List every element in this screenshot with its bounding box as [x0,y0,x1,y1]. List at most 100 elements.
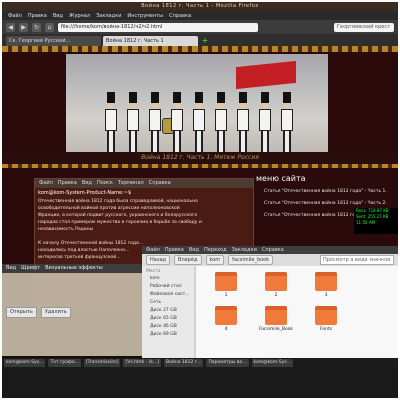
tab-war-1812[interactable]: Война 1812 г. Часть 1 [103,36,198,46]
settings-menu-font[interactable]: Шрифт [21,264,40,273]
fm-place-item[interactable]: Диск 65 GB [142,315,194,323]
taskbar-button[interactable]: Тот графа... [48,359,81,367]
term-menu-search[interactable]: Поиск [97,179,113,188]
ornament-band-top [2,46,398,52]
folder-icon [265,306,287,325]
forward-arrow-icon[interactable]: ▶ [19,22,28,32]
fm-forward-button[interactable]: Вперёд [174,255,202,265]
fm-sidebar: Места kom Рабочий стол Файловая сист... … [142,266,194,358]
fm-menu-go[interactable]: Переход [204,246,227,254]
browser-menubar: Файл Правка Вид Журнал Закладки Инструме… [2,11,398,20]
term-menu-terminal[interactable]: Терминал [118,179,144,188]
taskbar-button[interactable]: Параметры во... [206,359,249,367]
fm-back-button[interactable]: Назад [146,255,171,265]
taskbar: kom@kom-Sys... Тот графа... [Transmissio… [2,358,398,368]
fm-menu-file[interactable]: Файл [146,246,160,254]
taskbar-button[interactable]: kom@kom-Sys... [4,359,46,367]
article-line: Отечественная война 1812 года была справ… [38,199,198,204]
folder-label: 2 [274,293,278,298]
soldier-figure [280,92,294,154]
browser-navbar: ◀ ▶ ↻ ⌂ file:///home/kom/война-1812/ч2/ч… [2,20,398,34]
fm-menu-bookmarks[interactable]: Закладки [232,246,257,254]
fm-location-button[interactable]: facsimile_book [228,255,274,265]
fm-place-item[interactable]: Рабочий стол [142,283,194,291]
taskbar-button[interactable]: kom@kom-Sys... [251,359,293,367]
fm-view-mode[interactable]: Просмотр а виде значков [320,255,394,265]
folder-item[interactable]: Facsimile_Book [256,306,296,332]
menu-view[interactable]: Вид [53,13,63,19]
new-tab-plus-icon[interactable]: + [200,36,210,46]
settings-menu-view[interactable]: Вид [6,264,16,273]
settings-panel: Вид Шрифт Визуальные эффекты Открыть Уда… [2,264,148,356]
terminal-menubar: Файл Правка Вид Поиск Терминал Справка [35,179,253,188]
folder-item[interactable]: 1 [206,272,246,298]
fm-menu-help[interactable]: Справка [262,246,284,254]
search-input[interactable]: Георгиевский крест [334,22,394,32]
fm-place-item[interactable]: Файловая сист... [142,291,194,299]
bottom-panel [2,368,398,398]
term-menu-help[interactable]: Справка [149,179,171,188]
folder-icon [265,272,287,291]
delete-button[interactable]: Удалить [40,307,71,318]
folder-item[interactable]: 4 [206,306,246,332]
term-menu-view[interactable]: Вид [82,179,92,188]
fm-place-item[interactable]: Сеть [142,299,194,307]
folder-label: 4 [224,327,228,332]
taskbar-button[interactable]: [Transmission] [83,359,121,367]
folder-label: 3 [324,293,328,298]
soldier-figure [104,92,118,154]
folder-label: Facsimile_Book [258,327,294,332]
folder-icon [215,306,237,325]
menu-bookmarks[interactable]: Закладки [96,13,121,19]
settings-menu-effects[interactable]: Визуальные эффекты [45,264,103,273]
menu-history[interactable]: Журнал [69,13,90,19]
settings-menubar: Вид Шрифт Визуальные эффекты [2,264,148,273]
soldier-figure [214,92,228,154]
folder-label: 1 [224,293,228,298]
site-menu-title: меню сайта [256,174,306,183]
desktop-frame: Война 1812 г. Часть 1 - Mozilla Firefox … [2,2,398,398]
term-menu-edit[interactable]: Правка [58,179,77,188]
menu-tools[interactable]: Инструменты [127,13,163,19]
tab-george[interactable]: Ск. Георгиев Русский... [6,36,101,46]
soldier-figure [148,92,162,154]
open-button[interactable]: Открыть [6,307,37,318]
folder-icon [315,306,337,325]
back-arrow-icon[interactable]: ◀ [6,22,15,32]
menu-file[interactable]: Файл [8,13,22,19]
fm-sidebar-heading: Места [146,269,161,274]
soldier-figure [192,92,206,154]
folder-item[interactable]: 2 [256,272,296,298]
fm-path-button[interactable]: kom [205,255,225,265]
system-monitor: Recv: 718.87 KB Sent: 255.27 KB 11:56 AM [354,208,398,234]
fm-place-item[interactable]: Диск 27 GB [142,307,194,315]
reload-icon[interactable]: ↻ [32,22,41,32]
home-icon[interactable]: ⌂ [45,22,54,32]
site-header: Война 1812 г. Часть 1. Мятеж Россия [2,152,398,164]
article-line [38,233,248,240]
taskbar-button[interactable]: Война 1812 г... [164,359,204,367]
fm-place-item[interactable]: Диск 46 GB [142,323,194,331]
article-line: Франции, в которой подвиг русского, укра… [38,213,198,218]
fm-menu-edit[interactable]: Правка [165,246,184,254]
menu-help[interactable]: Справка [169,13,191,19]
folder-label: Fonts [319,327,333,332]
folder-item[interactable]: 3 [306,272,346,298]
fm-menu-view[interactable]: Вид [189,246,199,254]
folder-item[interactable]: Fonts [306,306,346,332]
taskbar-button[interactable]: [Vs.html - /k...] [123,359,161,367]
site-menu-link[interactable]: Статья "Отечественная война 1812 года" -… [252,201,398,207]
soldier-figure [126,92,140,154]
fm-content: 1 2 3 4 Facsimile_Book Fonts [196,266,398,358]
file-manager-window: Файл Правка Вид Переход Закладки Справка… [142,246,398,358]
site-menu-link[interactable]: Статья "Отечественная война 1812 года" -… [252,189,398,195]
menu-edit[interactable]: Правка [28,13,47,19]
article-line: независимость Родины [38,227,94,232]
url-bar[interactable]: file:///home/kom/война-1812/ч2/ч2.html [58,22,258,32]
terminal-prompt[interactable]: kom@kom-System-Product-Name:~$ [35,188,253,198]
tab-strip: Ск. Георгиев Русский... Война 1812 г. Ча… [2,34,398,46]
article-line: освободительной войной против агрессии н… [38,206,180,211]
fm-place-item[interactable]: Диск 69 GB [142,331,194,339]
fm-place-item[interactable]: kom [142,275,194,283]
term-menu-file[interactable]: Файл [39,179,53,188]
